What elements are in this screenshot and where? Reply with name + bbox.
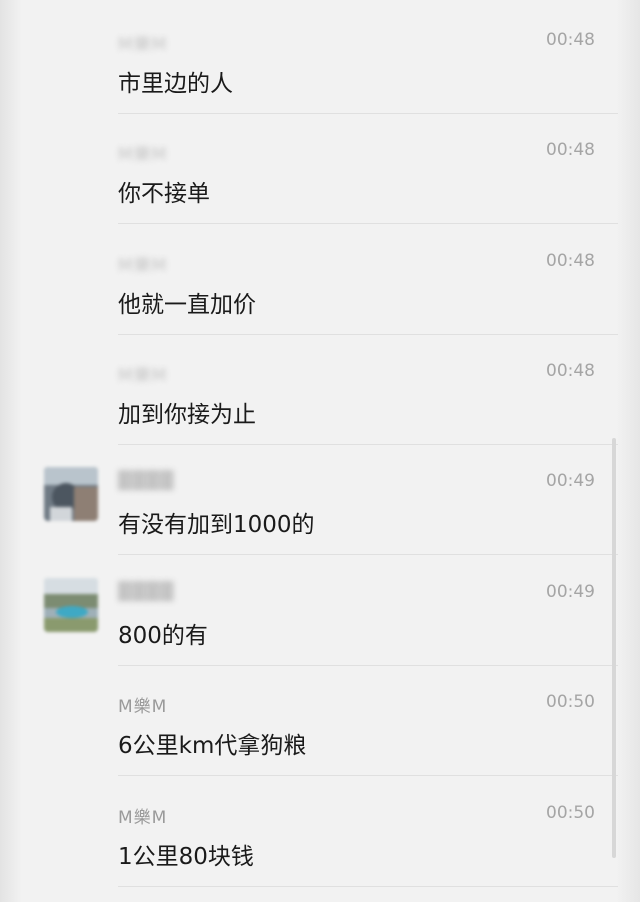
divider: [118, 775, 618, 776]
sender-name: M樂M: [118, 145, 168, 165]
message-time: 00:48: [546, 251, 595, 271]
avatar-image: [44, 578, 98, 632]
message-item[interactable]: M樂M 00:48 市里边的人: [0, 4, 640, 114]
message-text: 6公里km代拿狗粮: [118, 733, 307, 759]
sender-name: M樂M: [118, 35, 168, 55]
chat-history-screen: M樂M 00:48 市里边的人 M樂M 00:48 你不接单 M樂M 00:48…: [0, 0, 640, 902]
message-text: 他就一直加价: [118, 292, 256, 318]
divider: [118, 886, 618, 887]
message-item[interactable]: M樂M 00:48 你不接单: [0, 114, 640, 224]
divider: [118, 223, 618, 224]
message-item[interactable]: M樂M 00:48 加到你接为止: [0, 335, 640, 445]
message-time: 00:50: [546, 692, 595, 712]
message-text: 市里边的人: [118, 71, 233, 97]
sender-name: ████: [118, 471, 175, 491]
message-time: 00:50: [546, 803, 595, 823]
avatar[interactable]: [44, 467, 98, 521]
message-list[interactable]: M樂M 00:48 市里边的人 M樂M 00:48 你不接单 M樂M 00:48…: [0, 0, 640, 902]
avatar[interactable]: [44, 578, 98, 632]
message-time: 00:48: [546, 361, 595, 381]
divider: [118, 554, 618, 555]
message-text: 加到你接为止: [118, 402, 256, 428]
message-text: 你不接单: [118, 181, 210, 207]
scrollbar[interactable]: [612, 438, 616, 858]
message-item[interactable]: M樂M 00:50 6公里km代拿狗粮: [0, 666, 640, 776]
message-item[interactable]: M樂M 00:48 他就一直加价: [0, 225, 640, 335]
message-time: 00:48: [546, 140, 595, 160]
sender-name: M樂M: [118, 697, 168, 717]
sender-name: M樂M: [118, 808, 168, 828]
message-item[interactable]: ████ 00:49 800的有: [0, 556, 640, 666]
message-text: 1公里80块钱: [118, 844, 254, 870]
avatar-image: [44, 467, 98, 521]
sender-name: ████: [118, 582, 175, 602]
message-time: 00:49: [546, 582, 595, 602]
message-time: 00:48: [546, 30, 595, 50]
message-item[interactable]: M樂M 00:50 1公里80块钱: [0, 777, 640, 887]
message-item[interactable]: ████ 00:49 有没有加到1000的: [0, 445, 640, 555]
message-text: 有没有加到1000的: [118, 512, 315, 538]
sender-name: M樂M: [118, 366, 168, 386]
sender-name: M樂M: [118, 256, 168, 276]
message-time: 00:49: [546, 471, 595, 491]
message-text: 800的有: [118, 623, 208, 649]
